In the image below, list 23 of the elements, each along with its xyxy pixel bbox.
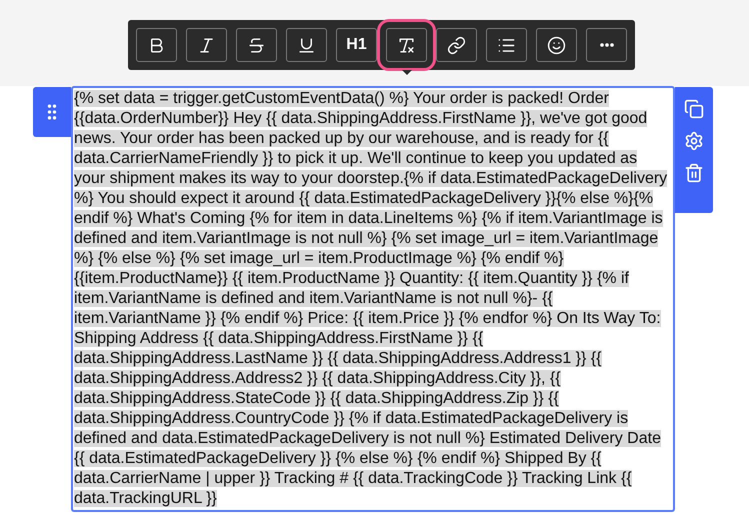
drag-handle[interactable] (33, 87, 71, 137)
toolbar-button[interactable]: H1 (336, 28, 377, 62)
smiley-icon (547, 36, 566, 54)
copy-icon (684, 99, 704, 119)
toolbar-button[interactable] (236, 28, 277, 62)
toolbar-button[interactable] (486, 28, 527, 62)
copy-button[interactable] (684, 99, 704, 119)
selected-text: {% set data = trigger.getCustomEventData() %} Your order is packed! Order {{data.OrderNumber}} Hey {{ data.ShippingAddress.FirstName }}, we've got good news. Your order has been packed up by our warehouse, and is ready for {{ data.CarrierNameFriendly }} to pick it up. We'll continue to keep you updated as your shipment makes its way to your doorstep.{% if data.EstimatedPackageDelivery %} You should expect it around {{ data.EstimatedPackageDelivery }}{% else %}{% endif %} What's Coming {% for item in data.LineItems %} {% if item.VariantImage is defined and item.VariantImage is not null %} {% set image_url = item.VariantImage %} {% else %} {% set image_url = item.ProductImage %} {% endif %} {{item.ProductName}} {{ item.ProductName }} Quantity: {{ item.Quantity }} {% if item.VariantName is defined and item.VariantName is not null %}- {{ item.VariantName }} {% endif %} Price: {{ item.Price }} {% endfor %} On Its Way To: Shipping Address {{ data.ShippingAddress.FirstName }} {{ data.ShippingAddress.LastName }} {{ data.ShippingAddress.Address1 }} {{ data.ShippingAddress.Address2 }} {{ data.ShippingAddress.City }}, {{ data.ShippingAddress.StateCode }} {{ data.ShippingAddress.Zip }} {{ data.ShippingAddress.CountryCode }} {% if data.EstimatedPackageDelivery is defined and data.EstimatedPackageDelivery is not null %} Estimated Delivery Date {{ data.EstimatedPackageDelivery }} {% else %} {% endif %} Shipped By {{ data.CarrierName | upper }} Tracking # {{ data.TrackingCode }} Tracking Link {{ data.TrackingURL }} (74, 89, 668, 509)
toolbar-button[interactable] (136, 28, 177, 62)
pointer-icon (402, 70, 412, 75)
link-icon (447, 36, 466, 54)
settings-button[interactable] (684, 131, 704, 151)
strikethrough-icon (247, 36, 266, 54)
delete-button[interactable] (684, 163, 704, 183)
trash-icon (684, 163, 704, 183)
toolbar-button[interactable] (436, 28, 477, 62)
underline-icon (297, 36, 316, 54)
toolbar-button[interactable] (186, 28, 227, 62)
more-icon (600, 43, 614, 47)
toolbar-button[interactable] (536, 28, 577, 62)
clear-format-icon (397, 36, 416, 54)
toolbar-button[interactable] (286, 28, 327, 62)
settings-icon (684, 131, 704, 151)
